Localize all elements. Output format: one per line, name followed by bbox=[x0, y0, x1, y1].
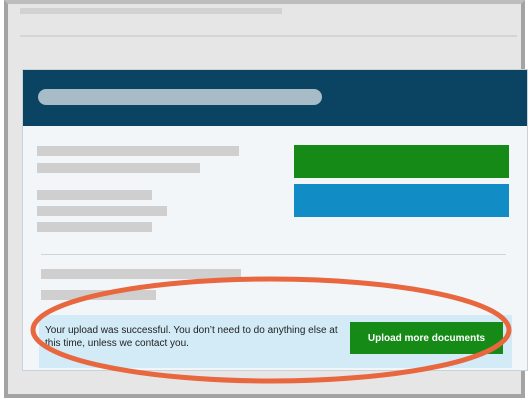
text-placeholder-line bbox=[37, 222, 152, 232]
header-title-placeholder bbox=[38, 89, 322, 105]
secondary-action-button[interactable] bbox=[294, 184, 509, 217]
top-divider bbox=[20, 35, 517, 37]
upload-more-documents-button[interactable]: Upload more documents bbox=[350, 322, 503, 354]
upload-success-notice: Your upload was successful. You don’t ne… bbox=[39, 315, 512, 368]
upload-success-message: Your upload was successful. You don’t ne… bbox=[45, 325, 338, 349]
section-divider bbox=[41, 254, 506, 255]
panel-header bbox=[23, 70, 527, 126]
text-placeholder-line bbox=[37, 206, 167, 216]
text-placeholder-line bbox=[37, 146, 239, 156]
top-placeholder-bar bbox=[20, 8, 282, 14]
text-placeholder-line bbox=[41, 269, 241, 279]
primary-action-button[interactable] bbox=[294, 145, 509, 178]
text-placeholder-line bbox=[37, 163, 200, 173]
text-placeholder-line bbox=[41, 290, 156, 300]
content-panel: Your upload was successful. You don’t ne… bbox=[22, 69, 528, 371]
text-placeholder-line bbox=[37, 190, 152, 200]
